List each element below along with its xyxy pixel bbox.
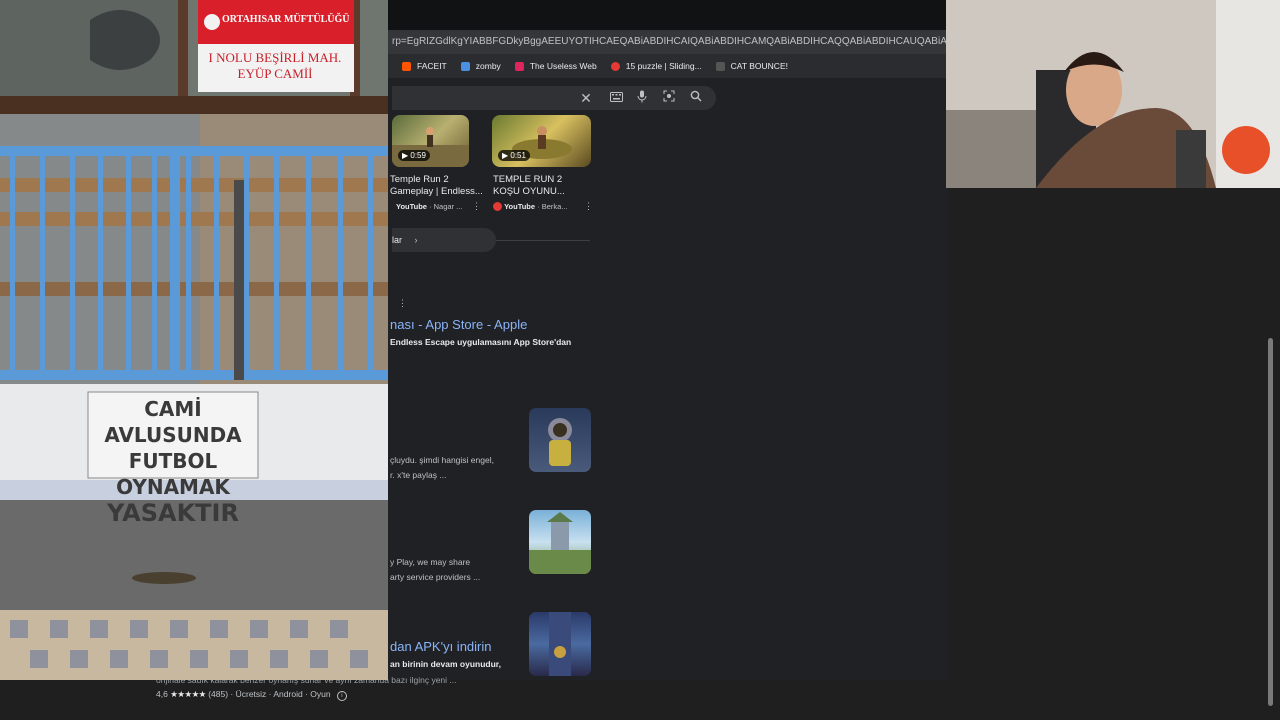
video-duration: ▶ 0:51: [498, 150, 530, 161]
notice-sign: CAMİ AVLUSUNDA FUTBOL OYNAMAK YASAKTIR: [104, 397, 242, 527]
lens-icon[interactable]: [661, 90, 677, 106]
cat-icon: [715, 61, 725, 71]
info-icon[interactable]: i: [336, 691, 347, 701]
more-options-icon[interactable]: ⋮: [584, 201, 593, 212]
youtube-icon: [493, 202, 502, 211]
video-duration: ▶ 0:59: [398, 150, 430, 161]
result-image[interactable]: [529, 510, 591, 574]
empty-area: [948, 188, 1280, 720]
faceit-icon: [402, 61, 411, 71]
sign-header: ORTAHISAR MÜFTÜLÜĞÜ: [222, 14, 350, 25]
more-options-icon[interactable]: ⋮: [398, 298, 407, 309]
keyboard-icon[interactable]: [608, 90, 624, 106]
video-thumbnail[interactable]: ▶ 0:59: [392, 115, 469, 167]
sign-text: I NOLU BEŞİRLİ MAH. EYÜP CAMİİ: [208, 50, 342, 81]
video-title[interactable]: TEMPLE RUN 2 KOŞU OYUNU...: [493, 174, 589, 198]
puzzle-icon: [610, 61, 620, 71]
mic-icon[interactable]: [634, 90, 650, 106]
useless-web-icon: [514, 61, 524, 71]
result-image[interactable]: [529, 408, 591, 472]
video-overlay: ORTAHISAR MÜFTÜLÜĞÜ I NOLU BEŞİRLİ MAH. …: [0, 0, 388, 680]
tab-strip: [388, 0, 948, 30]
bookmark-zomby[interactable]: zomby: [460, 61, 501, 71]
search-icon[interactable]: [688, 90, 704, 106]
video-source: YouTube · Berka...: [493, 202, 568, 211]
result-snippet: r. x'te paylaş ...: [390, 470, 447, 480]
result-snippet: y Play, we may share: [390, 557, 471, 567]
address-bar[interactable]: rp=EgRIZGdlKgYIABBFGDkyBggAEEUYOTIHCAEQA…: [388, 30, 948, 54]
bookmarks-bar: FACEIT zomby The Useless Web 15 puzzle |…: [388, 54, 948, 78]
webcam-overlay: [946, 0, 1280, 188]
rating-line: 4,6 ★★★★★ (485) · Ücretsiz · Android · O…: [156, 689, 347, 701]
checkmark-icon: [460, 61, 470, 71]
divider: [496, 240, 590, 241]
result-snippet: çluydu. şimdi hangisi engel,: [390, 455, 494, 465]
video-source: YouTube · Nagar ...: [396, 202, 463, 211]
video-title[interactable]: Temple Run 2 Gameplay | Endless...: [390, 174, 486, 198]
result-snippet: an birinin devam oyunudur,: [390, 659, 501, 669]
result-snippet: Endless Escape uygulamasını App Store'da…: [390, 337, 572, 347]
chevron-right-icon: ›: [414, 235, 418, 245]
bookmark-cat-bounce[interactable]: CAT BOUNCE!: [715, 61, 788, 71]
bookmark-useless-web[interactable]: The Useless Web: [514, 61, 597, 71]
result-title[interactable]: dan APK'yı indirin: [390, 639, 492, 654]
rating-stars: ★★★★★: [170, 689, 206, 699]
search-input[interactable]: ✕: [392, 86, 716, 110]
result-image[interactable]: [529, 612, 591, 676]
more-options-icon[interactable]: ⋮: [472, 201, 481, 212]
result-snippet: arty service providers ...: [390, 572, 481, 582]
result-title[interactable]: nası - App Store - Apple: [390, 317, 527, 332]
bookmark-faceit[interactable]: FACEIT: [402, 61, 447, 71]
bookmark-15-puzzle[interactable]: 15 puzzle | Sliding...: [610, 61, 702, 71]
video-thumbnail[interactable]: ▶ 0:51: [492, 115, 591, 167]
close-icon[interactable]: ✕: [578, 90, 594, 106]
more-videos-button[interactable]: lar ›: [392, 228, 496, 252]
scrollbar-thumb[interactable]: [1268, 338, 1273, 706]
